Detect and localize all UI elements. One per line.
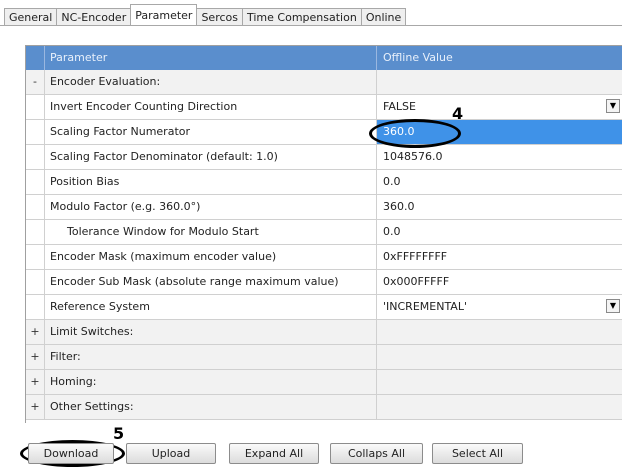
row-toggle [26, 295, 45, 319]
row-toggle [26, 220, 45, 244]
header-toggle-column [26, 46, 45, 70]
table-row[interactable]: Modulo Factor (e.g. 360.0°) 360.0 [26, 195, 622, 220]
table-row[interactable]: + Other Settings: [26, 395, 622, 420]
tab-general[interactable]: General [4, 8, 58, 25]
expand-all-button[interactable]: Expand All [229, 443, 319, 464]
parameter-name: Filter: [45, 345, 377, 369]
parameter-name: Encoder Evaluation: [45, 70, 377, 94]
value-text: FALSE [383, 100, 416, 113]
table-row[interactable]: Position Bias 0.0 [26, 170, 622, 195]
parameter-value[interactable]: 0.0 [377, 220, 622, 244]
parameter-name: Reference System [45, 295, 377, 319]
table-row[interactable]: + Homing: [26, 370, 622, 395]
parameter-name: Modulo Factor (e.g. 360.0°) [45, 195, 377, 219]
parameter-value[interactable]: 0x000FFFFF [377, 270, 622, 294]
parameter-value [377, 370, 622, 394]
parameter-name: Limit Switches: [45, 320, 377, 344]
tab-nc-encoder[interactable]: NC-Encoder [56, 8, 132, 25]
annotation-ellipse-numerator [369, 119, 461, 148]
parameter-name: Homing: [45, 370, 377, 394]
parameter-value[interactable]: FALSE ▼ [377, 95, 622, 119]
parameter-value [377, 70, 622, 94]
row-toggle [26, 145, 45, 169]
row-toggle [26, 95, 45, 119]
row-toggle [26, 270, 45, 294]
tab-time-compensation[interactable]: Time Compensation [242, 8, 362, 25]
row-toggle [26, 120, 45, 144]
collaps-all-button[interactable]: Collaps All [330, 443, 423, 464]
parameter-grid: Parameter Offline Value - Encoder Evalua… [25, 45, 622, 423]
annotation-marker-4: 4 [452, 104, 464, 123]
parameter-value [377, 320, 622, 344]
collapse-toggle[interactable]: - [26, 70, 45, 94]
tab-strip: General NC-Encoder Parameter Sercos Time… [4, 4, 407, 26]
row-toggle [26, 245, 45, 269]
dropdown-arrow-icon[interactable]: ▼ [606, 299, 620, 313]
table-row[interactable]: Encoder Mask (maximum encoder value) 0xF… [26, 245, 622, 270]
grid-header: Parameter Offline Value [26, 46, 622, 70]
row-toggle [26, 170, 45, 194]
download-button[interactable]: Download [28, 443, 114, 464]
parameter-value[interactable]: 1048576.0 [377, 145, 622, 169]
parameter-name: Encoder Sub Mask (absolute range maximum… [45, 270, 377, 294]
parameter-name: Invert Encoder Counting Direction [45, 95, 377, 119]
table-row[interactable]: Scaling Factor Numerator 360.0 [26, 120, 622, 145]
parameter-name: Encoder Mask (maximum encoder value) [45, 245, 377, 269]
table-row[interactable]: Invert Encoder Counting Direction FALSE … [26, 95, 622, 120]
table-row[interactable]: Reference System 'INCREMENTAL' ▼ [26, 295, 622, 320]
parameter-value[interactable]: 360.0 [377, 195, 622, 219]
parameter-name: Other Settings: [45, 395, 377, 419]
parameter-name: Tolerance Window for Modulo Start [45, 220, 377, 244]
tab-divider [0, 25, 622, 26]
parameter-value[interactable]: 0xFFFFFFFF [377, 245, 622, 269]
header-parameter[interactable]: Parameter [45, 46, 377, 70]
annotation-marker-5: 5 [113, 424, 125, 443]
table-row[interactable]: Scaling Factor Denominator (default: 1.0… [26, 145, 622, 170]
tab-online[interactable]: Online [360, 8, 407, 25]
parameter-name: Position Bias [45, 170, 377, 194]
table-row[interactable]: + Limit Switches: [26, 320, 622, 345]
tab-parameter[interactable]: Parameter [130, 4, 198, 25]
header-offline-value[interactable]: Offline Value [377, 46, 622, 70]
parameter-name: Scaling Factor Numerator [45, 120, 377, 144]
table-row[interactable]: Tolerance Window for Modulo Start 0.0 [26, 220, 622, 245]
expand-toggle[interactable]: + [26, 370, 45, 394]
expand-toggle[interactable]: + [26, 395, 45, 419]
expand-toggle[interactable]: + [26, 320, 45, 344]
table-row[interactable]: Encoder Sub Mask (absolute range maximum… [26, 270, 622, 295]
parameter-value[interactable]: 0.0 [377, 170, 622, 194]
select-all-button[interactable]: Select All [432, 443, 523, 464]
tab-sercos[interactable]: Sercos [196, 8, 243, 25]
table-row[interactable]: - Encoder Evaluation: [26, 70, 622, 95]
row-toggle [26, 195, 45, 219]
upload-button[interactable]: Upload [126, 443, 216, 464]
expand-toggle[interactable]: + [26, 345, 45, 369]
parameter-value[interactable]: 'INCREMENTAL' ▼ [377, 295, 622, 319]
value-text: 'INCREMENTAL' [383, 300, 467, 313]
parameter-value [377, 395, 622, 419]
parameter-value [377, 345, 622, 369]
dropdown-arrow-icon[interactable]: ▼ [606, 99, 620, 113]
parameter-name: Scaling Factor Denominator (default: 1.0… [45, 145, 377, 169]
table-row[interactable]: + Filter: [26, 345, 622, 370]
